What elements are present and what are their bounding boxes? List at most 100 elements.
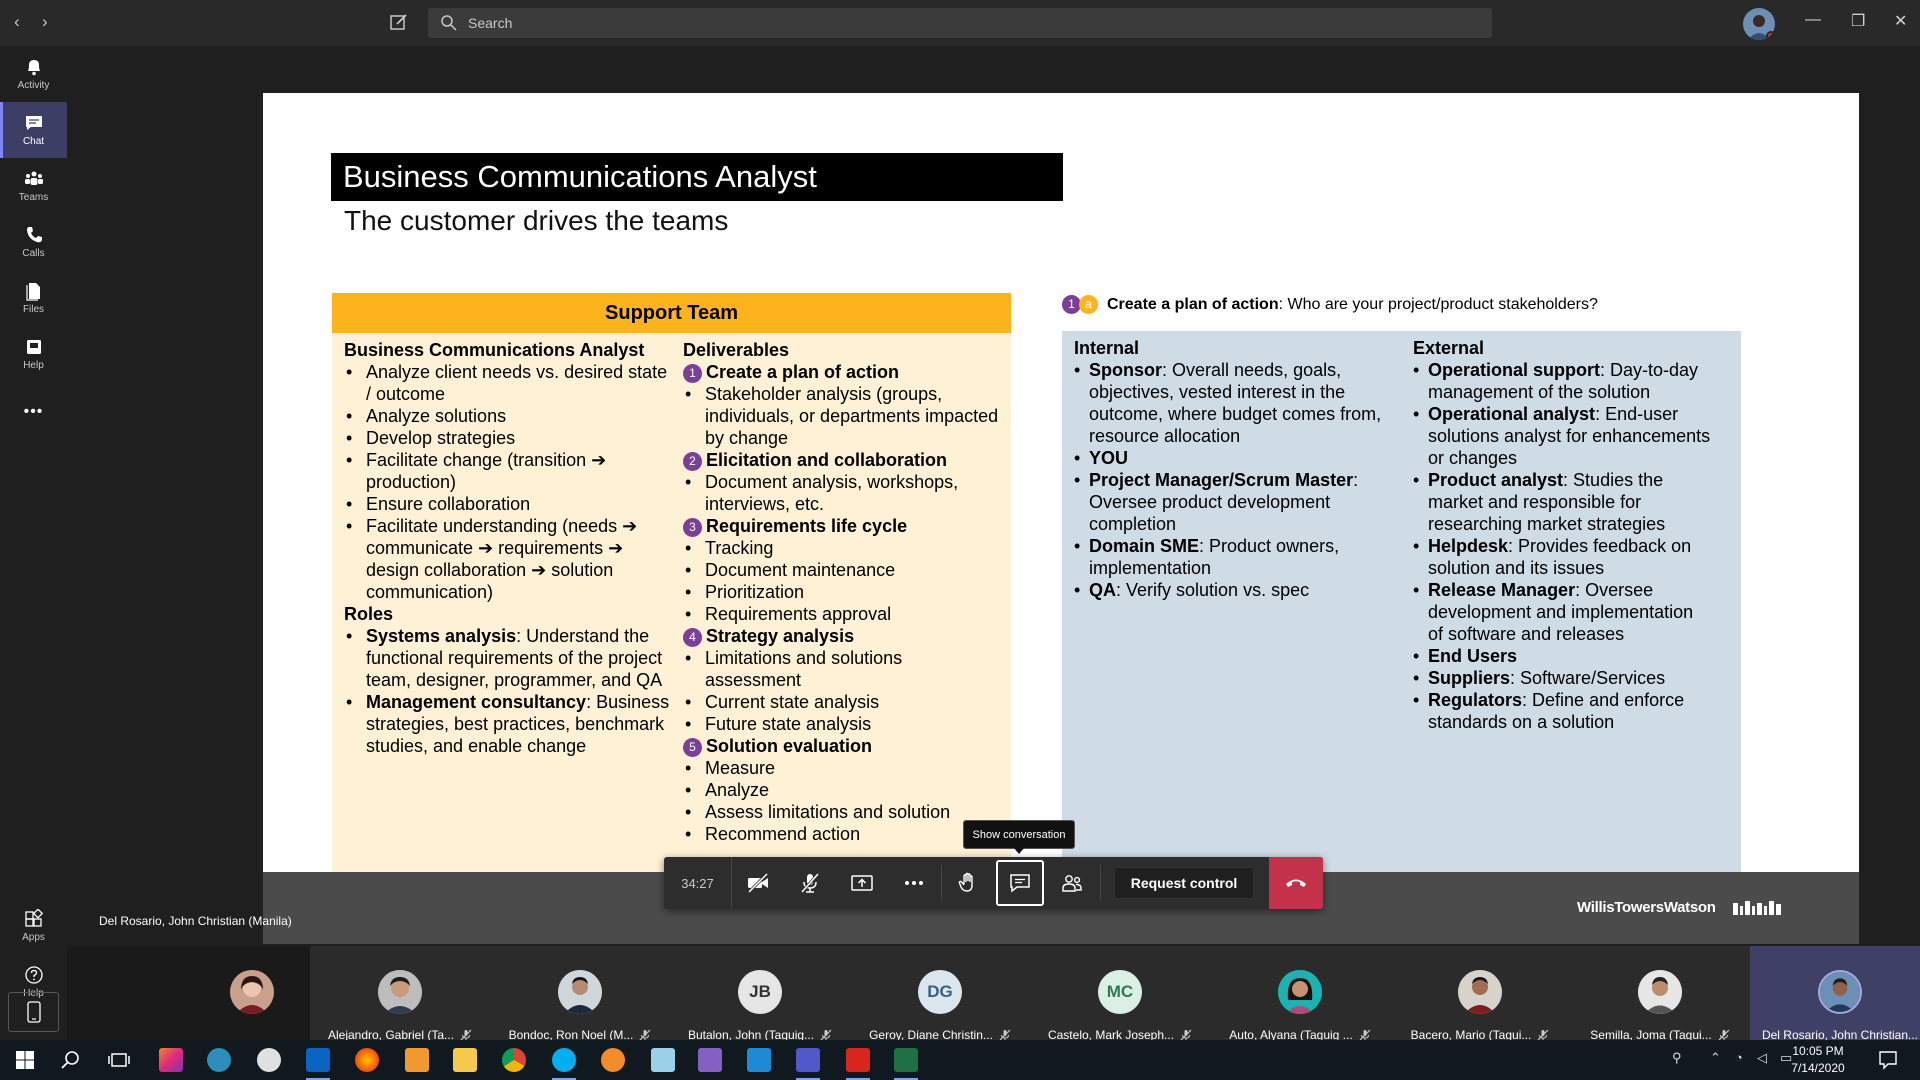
sublime-app-icon[interactable] [405,1048,429,1072]
mobile-icon [26,1001,41,1023]
more-apps-button[interactable]: ••• [0,382,67,438]
system-clock[interactable]: 10:05 PM 7/14/2020 [1788,1043,1848,1077]
file-explorer-icon[interactable] [453,1048,477,1072]
mic-off-button[interactable] [784,857,836,909]
participant-tile[interactable]: Bacero, Mario (Tagui... [1390,946,1570,1042]
restore-icon[interactable]: ❐ [1851,11,1865,31]
rail-item-calls[interactable]: Calls [0,214,67,270]
chrome-app-icon[interactable] [502,1048,526,1072]
rail-item-help[interactable]: Help [0,326,67,382]
task-view-icon[interactable] [107,1048,131,1072]
participant-tile[interactable]: DG Geroy, Diane Christin... [850,946,1030,1042]
instagram-app-icon[interactable] [159,1048,183,1072]
search-app-icon[interactable] [601,1048,625,1072]
stakeholder-title: Operational support [1428,360,1601,380]
acrobat-app-icon[interactable] [846,1048,870,1080]
request-control-button[interactable]: Request control [1114,867,1254,899]
volume-icon[interactable]: ◁ [1757,1050,1767,1066]
minimize-icon[interactable]: — [1805,11,1821,29]
stakeholder-title: QA [1089,580,1116,600]
stakeholder-title: Helpdesk [1428,536,1509,556]
list-item: Develop strategies [344,427,674,449]
search-icon [441,15,457,31]
list-item: Measure [683,757,1003,779]
vscode-app-icon[interactable] [747,1048,771,1072]
wifi-icon[interactable]: ◔ [1735,1050,1743,1065]
app-icon[interactable] [207,1048,231,1072]
participant-tile[interactable]: Auto, Alyana (Taguig ... [1210,946,1390,1042]
search-bar[interactable] [428,8,1492,38]
participant-tile[interactable] [196,946,308,1042]
deliverable-label: Create a plan of action [706,362,900,382]
avatar: MC [1098,970,1142,1014]
firefox-app-icon[interactable] [355,1048,379,1072]
participant-tile[interactable]: JB Butalon, John (Taguig... [670,946,850,1042]
rail-item-apps[interactable]: Apps [0,898,67,954]
deliverable-label: Elicitation and collaboration [706,450,948,470]
list-item: Limitations and solutions assessment [683,647,1003,691]
shared-slide: Business Communications Analyst The cust… [263,93,1859,918]
external-heading: External [1413,338,1485,358]
step-number-icon: 4 [683,628,702,647]
participant-tile[interactable]: Semilla, Joma (Tagui... [1570,946,1750,1042]
mic-off-icon [800,873,820,893]
participant-tile-self[interactable]: Del Rosario, John Christian... [1750,946,1920,1042]
skype-app-icon[interactable] [552,1048,576,1080]
people-icon[interactable]: ⚲ [1672,1050,1682,1066]
teams-app-icon[interactable] [796,1048,820,1080]
person-icon [1638,970,1682,1014]
list-item: Release Manager: Oversee development and… [1413,579,1713,645]
show-conversation-button[interactable] [996,860,1044,906]
device-button[interactable] [8,992,59,1032]
rail-item-chat[interactable]: Chat [0,102,67,158]
deliverable-title: 2 Elicitation and collaboration [683,449,1003,471]
search-input[interactable] [468,15,1368,31]
list-item: Operational analyst: End-user solutions … [1413,403,1713,469]
notification-center-icon[interactable] [1876,1048,1900,1072]
participant-tile[interactable]: Alejandro, Gabriel (Ta... [310,946,490,1042]
excel-app-icon[interactable] [894,1048,918,1080]
tray-chevron-icon[interactable]: ⌃ [1710,1050,1721,1066]
participant-tile[interactable]: Bondoc, Ron Noel (M... [490,946,670,1042]
list-item: Analyze client needs vs. desired state /… [344,361,674,405]
stakeholder-title: Sponsor [1089,360,1163,380]
avatar: JB [738,970,782,1014]
plan-text: : Who are your project/product stakehold… [1278,295,1598,313]
phone-icon [26,227,42,243]
deliverable-label: Strategy analysis [706,626,855,646]
camera-off-button[interactable] [732,857,784,909]
rail-item-activity[interactable]: Activity [0,46,67,102]
rail-item-teams[interactable]: Teams [0,158,67,214]
analyst-column: Business Communications Analyst Analyze … [344,339,674,757]
profile-avatar[interactable] [1743,8,1775,40]
compose-icon[interactable] [389,12,409,32]
file-icon [25,283,40,301]
hang-up-icon [1286,879,1306,887]
participants-button[interactable] [1046,857,1098,909]
participant-tile[interactable]: MC Castelo, Mark Joseph... [1030,946,1210,1042]
more-actions-button[interactable] [888,857,940,909]
taskbar-search-icon[interactable] [59,1048,83,1072]
close-icon[interactable]: ✕ [1894,11,1907,31]
avatar: DG [918,970,962,1014]
list-item: Document analysis, workshops, interviews… [683,471,1003,515]
clock-time: 10:05 PM [1792,1044,1844,1058]
forward-arrow-icon[interactable]: › [42,12,48,32]
rail-item-files[interactable]: Files [0,270,67,326]
stakeholder-title: Project Manager/Scrum Master [1089,470,1354,490]
cloud-app-icon[interactable] [257,1048,281,1072]
person-icon [378,970,422,1014]
outlook-app-icon[interactable] [306,1048,330,1080]
share-screen-button[interactable] [836,857,888,909]
avatar [378,970,422,1014]
windows-start-icon[interactable] [13,1048,37,1072]
teams-icon [24,171,43,185]
list-item: Current state analysis [683,691,1003,713]
hang-up-button[interactable] [1269,857,1323,909]
notepad-app-icon[interactable] [651,1048,675,1072]
deliverable-title: 4 Strategy analysis [683,625,1003,647]
list-item: QA: Verify solution vs. spec [1074,579,1384,601]
visual-studio-icon[interactable] [698,1048,722,1072]
back-arrow-icon[interactable]: ‹ [14,12,20,32]
raise-hand-button[interactable] [942,857,994,909]
